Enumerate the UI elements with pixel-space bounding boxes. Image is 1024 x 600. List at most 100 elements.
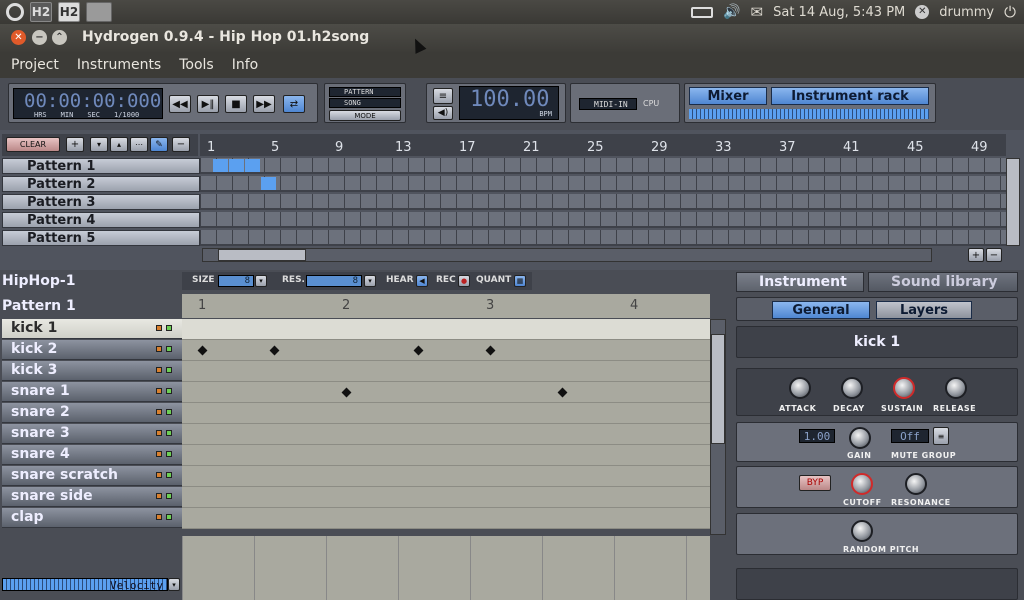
note-grid-row[interactable] xyxy=(182,340,710,361)
song-cell[interactable] xyxy=(213,159,228,172)
song-cell[interactable] xyxy=(261,177,276,190)
pattern-vscroll-thumb[interactable] xyxy=(711,334,725,444)
instrument-row[interactable]: kick 2 xyxy=(2,340,182,360)
filter-bypass-button[interactable]: BYP xyxy=(799,475,831,491)
song-ruler[interactable]: 1 5 9 13 17 21 25 29 33 37 41 45 49 xyxy=(200,134,1006,156)
velocity-dropdown[interactable]: ▾ xyxy=(168,578,180,591)
instrument-row[interactable]: kick 1 xyxy=(2,319,182,339)
pattern-row-3[interactable]: Pattern 3 xyxy=(2,194,200,210)
battery-icon[interactable] xyxy=(691,6,714,18)
pattern-ruler[interactable]: 1 2 3 4 xyxy=(182,294,710,318)
tab-layers[interactable]: Layers xyxy=(876,301,972,319)
instrument-row[interactable]: snare scratch xyxy=(2,466,182,486)
rewind-button[interactable]: ◀◀ xyxy=(169,95,191,113)
note-grid-row[interactable] xyxy=(182,424,710,445)
add-pattern-button[interactable]: + xyxy=(66,137,84,152)
note-marker[interactable] xyxy=(269,345,280,356)
note-grid-row[interactable] xyxy=(182,403,710,424)
mail-icon[interactable]: ✉ xyxy=(751,3,764,21)
note-marker[interactable] xyxy=(413,345,424,356)
velocity-editor[interactable] xyxy=(182,536,710,600)
loop-button[interactable]: ⇄ xyxy=(283,95,305,113)
note-grid-row[interactable] xyxy=(182,445,710,466)
res-dropdown[interactable]: ▾ xyxy=(364,275,376,287)
tab-sound-library[interactable]: Sound library xyxy=(868,272,1018,292)
instrument-row[interactable]: clap xyxy=(2,508,182,528)
instrument-row[interactable]: snare 2 xyxy=(2,403,182,423)
mixer-button[interactable]: Mixer xyxy=(689,87,767,105)
song-vscrollbar[interactable] xyxy=(1006,158,1020,246)
note-marker[interactable] xyxy=(485,345,496,356)
random-pitch-knob[interactable] xyxy=(851,520,873,542)
select-mode-button[interactable]: ⋯ xyxy=(130,137,148,152)
size-lcd[interactable]: 8 xyxy=(218,275,254,287)
minimize-button[interactable]: − xyxy=(32,30,47,45)
size-dropdown[interactable]: ▾ xyxy=(255,275,267,287)
remove-button[interactable]: − xyxy=(172,137,190,152)
instrument-row[interactable]: snare 1 xyxy=(2,382,182,402)
release-knob[interactable] xyxy=(945,377,967,399)
song-grid-row-2[interactable] xyxy=(200,176,1006,192)
note-grid-row[interactable] xyxy=(182,466,710,487)
clock[interactable]: Sat 14 Aug, 5:43 PM xyxy=(773,5,905,20)
mode-song[interactable]: SONG xyxy=(329,98,401,108)
pattern-row-4[interactable]: Pattern 4 xyxy=(2,212,200,228)
app-window-button[interactable] xyxy=(86,2,112,22)
app-h2-active-button[interactable]: H2 xyxy=(58,2,80,22)
ubuntu-logo-icon[interactable] xyxy=(6,3,24,21)
draw-mode-button[interactable]: ✎ xyxy=(150,137,168,152)
maximize-button[interactable]: ⌃ xyxy=(52,30,67,45)
sustain-knob[interactable] xyxy=(893,377,915,399)
quantize-toggle[interactable]: ▦ xyxy=(514,275,526,287)
instrument-row[interactable]: snare 3 xyxy=(2,424,182,444)
song-cell[interactable] xyxy=(229,159,244,172)
song-grid-row-4[interactable] xyxy=(200,212,1006,228)
close-button[interactable]: ✕ xyxy=(11,30,26,45)
app-h2-button[interactable]: H2 xyxy=(30,2,52,22)
tab-general[interactable]: General xyxy=(772,301,870,319)
instrument-row[interactable]: kick 3 xyxy=(2,361,182,381)
stop-button[interactable]: ■ xyxy=(225,95,247,113)
tab-instrument[interactable]: Instrument xyxy=(736,272,864,292)
window-titlebar[interactable]: ✕ − ⌃ Hydrogen 0.9.4 - Hip Hop 01.h2song xyxy=(0,24,1024,52)
play-button[interactable]: ▶‖ xyxy=(197,95,219,113)
menu-instruments[interactable]: Instruments xyxy=(77,57,161,73)
menu-tools[interactable]: Tools xyxy=(179,57,214,73)
metronome-button[interactable]: ◀) xyxy=(433,106,453,120)
volume-icon[interactable]: 🔊 xyxy=(723,4,740,20)
cutoff-knob[interactable] xyxy=(851,473,873,495)
note-marker[interactable] xyxy=(197,345,208,356)
hear-toggle[interactable]: ◀ xyxy=(416,275,428,287)
gain-knob[interactable] xyxy=(849,427,871,449)
mode-pattern[interactable]: PATTERN xyxy=(329,87,401,97)
pattern-row-5[interactable]: Pattern 5 xyxy=(2,230,200,246)
song-grid-row-3[interactable] xyxy=(200,194,1006,210)
user-icon[interactable]: ✕ xyxy=(915,5,930,19)
note-marker[interactable] xyxy=(341,387,352,398)
song-grid-row-5[interactable] xyxy=(200,230,1006,246)
note-grid-row[interactable] xyxy=(182,508,710,529)
mute-group-spin[interactable]: ≡ xyxy=(933,427,949,445)
velocity-selector[interactable]: Velocity xyxy=(2,578,168,592)
power-icon[interactable]: ⏻ xyxy=(1004,3,1016,21)
mode-button[interactable]: MODE xyxy=(329,110,401,121)
move-up-button[interactable]: ▴ xyxy=(110,137,128,152)
note-grid-row[interactable] xyxy=(182,487,710,508)
clear-button[interactable]: CLEAR xyxy=(6,137,60,152)
menu-info[interactable]: Info xyxy=(232,57,259,73)
move-down-button[interactable]: ▾ xyxy=(90,137,108,152)
pattern-row-2[interactable]: Pattern 2 xyxy=(2,176,200,192)
menu-project[interactable]: Project xyxy=(11,57,59,73)
zoom-out-button[interactable]: − xyxy=(986,248,1002,262)
mute-group-display[interactable]: Off xyxy=(891,429,929,443)
note-grid-row[interactable] xyxy=(182,382,710,403)
bpm-display[interactable]: 100.00 BPM xyxy=(459,86,559,120)
note-grid-row[interactable] xyxy=(182,361,710,382)
instrument-rack-button[interactable]: Instrument rack xyxy=(771,87,929,105)
instrument-row[interactable]: snare 4 xyxy=(2,445,182,465)
rec-toggle[interactable]: ● xyxy=(458,275,470,287)
note-grid-row[interactable] xyxy=(182,319,710,340)
instrument-row[interactable]: snare side xyxy=(2,487,182,507)
resonance-knob[interactable] xyxy=(905,473,927,495)
bpm-tap-button[interactable]: ≡ xyxy=(433,88,453,104)
